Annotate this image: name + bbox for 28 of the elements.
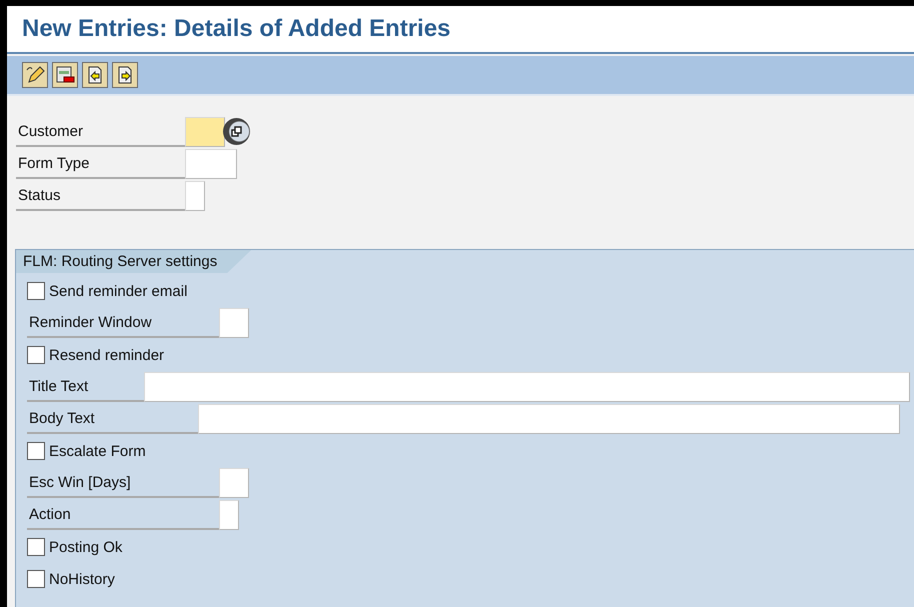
input-field[interactable] [144,372,910,402]
checkbox[interactable] [27,442,45,460]
window-title: New Entries: Details of Added Entries [22,15,451,43]
checkbox[interactable] [27,346,45,364]
checkbox[interactable] [27,282,45,300]
input-field[interactable] [185,149,237,179]
search-help-button[interactable] [223,118,250,145]
previous-button[interactable] [82,62,108,88]
input-field[interactable] [219,468,249,498]
input-field[interactable] [185,181,205,211]
edit-button[interactable] [22,62,48,88]
checkbox-label: Escalate Form [49,442,146,460]
checkbox[interactable] [27,570,45,588]
input-field[interactable] [198,404,900,434]
pencil-icon [25,65,45,85]
delete-button[interactable] [52,62,78,88]
input-field[interactable] [185,117,225,147]
delete-row-icon [55,65,75,85]
group-title: FLM: Routing Server settings [16,250,252,273]
input-field[interactable] [219,308,249,338]
next-button[interactable] [112,62,138,88]
checkbox-label: Send reminder email [49,282,188,300]
checkbox-label: Resend reminder [49,346,164,364]
checkbox-label: Posting Ok [49,538,122,556]
input-field[interactable] [219,500,239,530]
checkbox-label: NoHistory [49,570,115,588]
overlapping-squares-icon [230,126,242,138]
checkbox[interactable] [27,538,45,556]
